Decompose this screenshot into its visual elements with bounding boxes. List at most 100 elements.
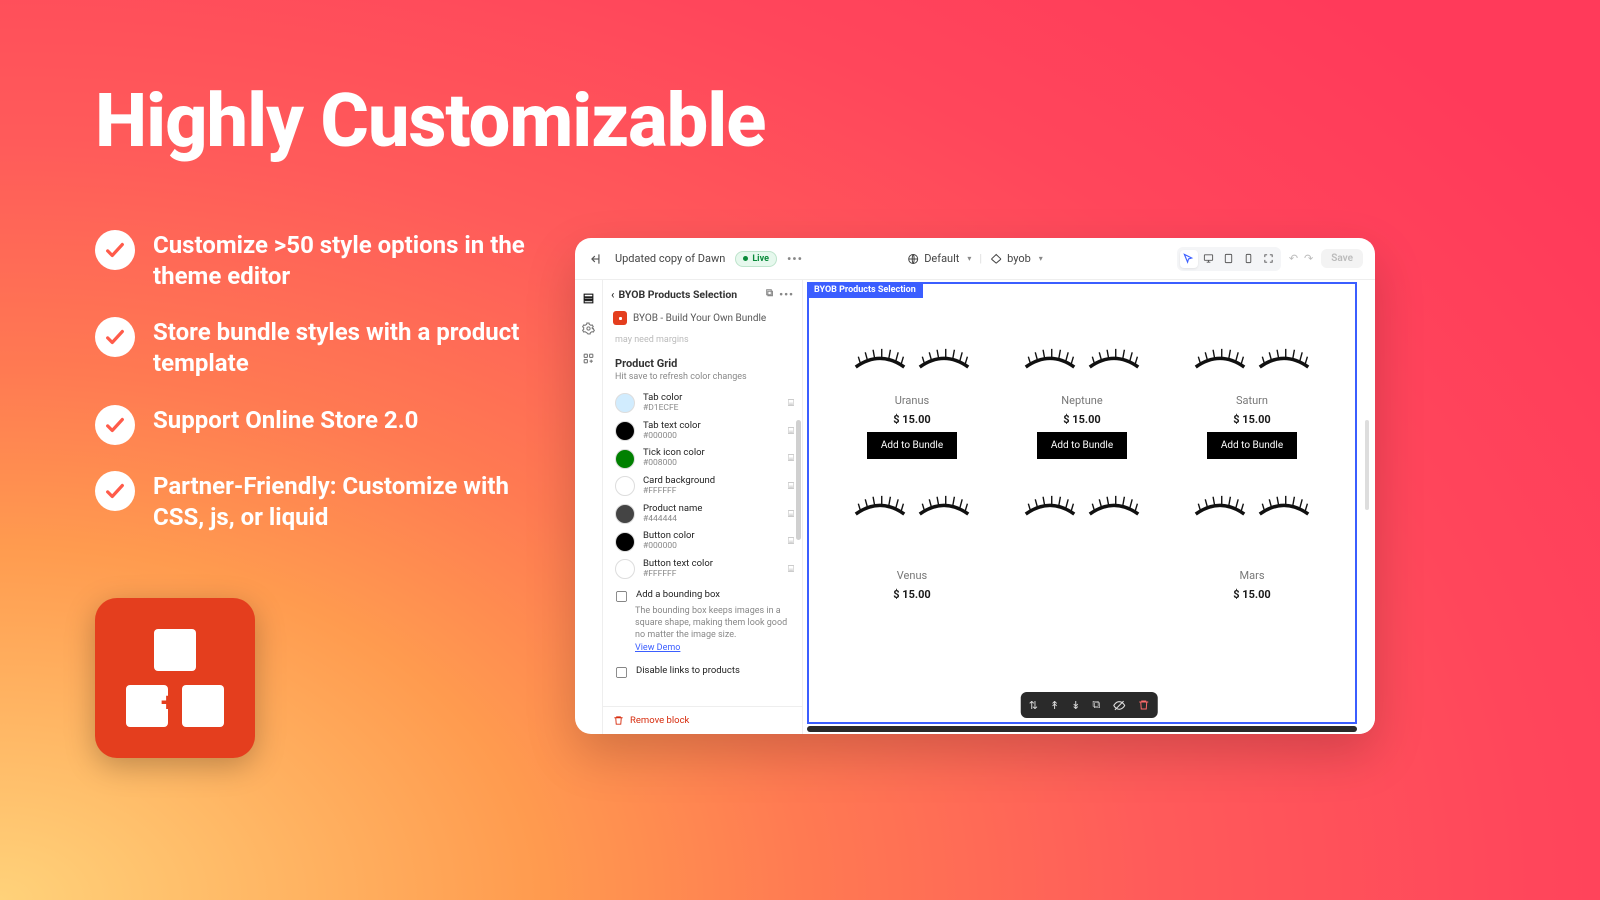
product-image: [1022, 483, 1142, 533]
faint-hint: may need margins: [603, 335, 802, 349]
config-scrollbar[interactable]: [796, 420, 801, 540]
preview-pane: BYOB Products Selection Uranus $ 15.00 A…: [803, 280, 1375, 734]
product-price: $ 15.00: [1233, 413, 1270, 426]
remove-block-button[interactable]: Remove block: [603, 706, 802, 734]
top-center: Default▾ | byob▾: [907, 252, 1043, 265]
product-image: [1022, 334, 1142, 388]
connect-icon[interactable]: ⌸: [788, 426, 794, 437]
hero-title: Highly Customizable: [95, 85, 995, 159]
ctx-move-icon[interactable]: ⇅: [1029, 699, 1038, 712]
desktop-icon[interactable]: [1200, 250, 1218, 268]
color-row[interactable]: Button text color#FFFFFF⌸: [613, 556, 796, 583]
section-title: Product Grid: [603, 349, 802, 372]
color-row[interactable]: Button color#000000⌸: [613, 528, 796, 555]
device-toggle[interactable]: [1177, 247, 1281, 271]
bullet-item: Support Online Store 2.0: [95, 405, 535, 445]
connect-icon[interactable]: ⌸: [788, 509, 794, 520]
product-price: $ 15.00: [1063, 413, 1100, 426]
color-row[interactable]: Tab color#D1ECFE⌸: [613, 390, 796, 417]
bullet-text: Store bundle styles with a product templ…: [153, 317, 535, 378]
color-swatch[interactable]: [615, 504, 635, 524]
fullscreen-icon[interactable]: [1260, 250, 1278, 268]
preview-scrollbar[interactable]: [1365, 420, 1369, 510]
undo-redo: ↶ ↷: [1289, 252, 1313, 265]
feature-bullets: Customize >50 style options in the theme…: [95, 230, 535, 558]
connect-icon[interactable]: ⌸: [788, 453, 794, 464]
connect-icon[interactable]: ⌸: [788, 398, 794, 409]
color-swatch[interactable]: [615, 532, 635, 552]
check-icon: [95, 405, 135, 445]
color-swatch[interactable]: [615, 421, 635, 441]
back-icon[interactable]: ‹: [611, 288, 614, 301]
rail-sections-icon[interactable]: [581, 290, 597, 306]
redo-icon[interactable]: ↷: [1304, 252, 1313, 265]
duplicate-icon[interactable]: ⧉: [766, 288, 773, 301]
product-image: [1192, 334, 1312, 388]
color-row[interactable]: Tick icon color#008000⌸: [613, 445, 796, 472]
mobile-icon[interactable]: [1240, 250, 1258, 268]
disable-links-checkbox[interactable]: Disable links to products: [603, 659, 802, 681]
product-name: Mars: [1240, 569, 1265, 582]
bullet-text: Customize >50 style options in the theme…: [153, 230, 535, 291]
color-row[interactable]: Tab text color#000000⌸: [613, 418, 796, 445]
product-price: $ 15.00: [1233, 588, 1270, 601]
page-picker[interactable]: byob▾: [990, 252, 1043, 265]
product-name: Venus: [897, 569, 927, 582]
hero: Highly Customizable: [95, 85, 995, 159]
add-to-bundle-button[interactable]: Add to Bundle: [1207, 432, 1297, 459]
left-rail: [575, 280, 603, 734]
config-title: BYOB Products Selection: [618, 288, 762, 301]
app-mini-logo: [613, 311, 627, 325]
preview-h-scrollbar[interactable]: [807, 726, 1357, 732]
context-toolbar: ⇅ ↟ ↡ ⧉: [1021, 692, 1158, 718]
color-row[interactable]: Product name#444444⌸: [613, 501, 796, 528]
tablet-icon[interactable]: [1220, 250, 1238, 268]
top-bar: Updated copy of Dawn Live ••• Default▾ |…: [575, 238, 1375, 280]
ctx-down-icon[interactable]: ↡: [1071, 699, 1080, 712]
product-card: Venus $ 15.00: [837, 483, 987, 601]
connect-icon[interactable]: ⌸: [788, 564, 794, 575]
ctx-up-icon[interactable]: ↟: [1050, 699, 1059, 712]
color-swatch[interactable]: [615, 559, 635, 579]
section-hint: Hit save to refresh color changes: [603, 372, 802, 390]
product-card: Uranus $ 15.00 Add to Bundle: [837, 334, 987, 459]
color-swatch[interactable]: [615, 393, 635, 413]
check-icon: [95, 230, 135, 270]
bounding-help: The bounding box keeps images in a squar…: [603, 605, 802, 643]
product-price: $ 15.00: [893, 588, 930, 601]
rail-settings-icon[interactable]: [581, 320, 597, 336]
bounding-box-checkbox[interactable]: Add a bounding box: [603, 583, 802, 605]
color-row[interactable]: Card background#FFFFFF⌸: [613, 473, 796, 500]
exit-icon[interactable]: [587, 250, 605, 268]
config-more-icon[interactable]: •••: [779, 288, 794, 301]
connect-icon[interactable]: ⌸: [788, 536, 794, 547]
product-image: [852, 483, 972, 533]
app-logo: +: [95, 598, 255, 758]
ctx-hide-icon[interactable]: [1112, 699, 1125, 712]
product-name: Saturn: [1236, 394, 1268, 407]
color-swatch[interactable]: [615, 449, 635, 469]
selected-section-frame[interactable]: BYOB Products Selection Uranus $ 15.00 A…: [807, 282, 1357, 724]
theme-name: Updated copy of Dawn: [615, 252, 725, 265]
color-swatch[interactable]: [615, 476, 635, 496]
bullet-text: Partner-Friendly: Customize with CSS, js…: [153, 471, 535, 532]
template-picker[interactable]: Default▾: [907, 252, 971, 265]
product-image: [852, 334, 972, 388]
product-card: Neptune $ 15.00 Add to Bundle: [1007, 334, 1157, 459]
add-to-bundle-button[interactable]: Add to Bundle: [1037, 432, 1127, 459]
check-icon: [95, 317, 135, 357]
ctx-delete-icon[interactable]: [1137, 699, 1149, 711]
product-name: Uranus: [895, 394, 929, 407]
more-icon[interactable]: •••: [787, 252, 803, 266]
add-to-bundle-button[interactable]: Add to Bundle: [867, 432, 957, 459]
product-card: Saturn $ 15.00 Add to Bundle: [1177, 334, 1327, 459]
ctx-duplicate-icon[interactable]: ⧉: [1092, 698, 1100, 712]
config-panel: ‹ BYOB Products Selection ⧉ ••• BYOB - B…: [603, 280, 803, 734]
rail-apps-icon[interactable]: [581, 350, 597, 366]
connect-icon[interactable]: ⌸: [788, 481, 794, 492]
undo-icon[interactable]: ↶: [1289, 252, 1298, 265]
product-grid: Uranus $ 15.00 Add to Bundle Neptune $ 1…: [809, 284, 1355, 611]
inspector-icon[interactable]: [1180, 250, 1198, 268]
save-button[interactable]: Save: [1321, 249, 1363, 268]
view-demo-link[interactable]: View Demo: [603, 643, 802, 659]
